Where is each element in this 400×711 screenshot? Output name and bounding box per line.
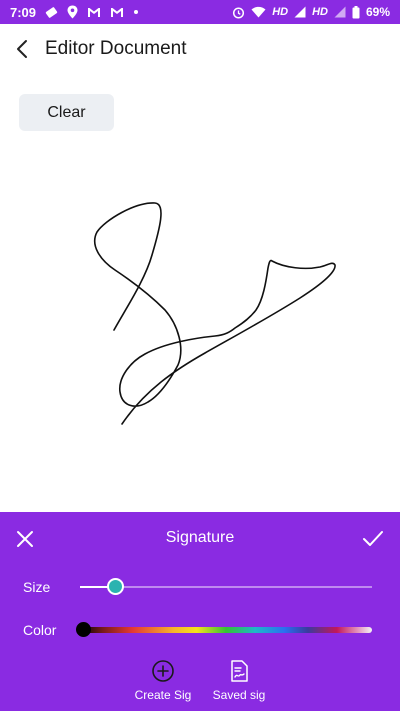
wifi-icon bbox=[251, 6, 266, 18]
check-icon bbox=[363, 531, 383, 546]
signal-icon bbox=[294, 6, 306, 18]
color-slider-thumb[interactable] bbox=[76, 622, 91, 637]
battery-percent: 69% bbox=[365, 5, 390, 19]
size-slider[interactable] bbox=[80, 578, 372, 595]
signature-stroke bbox=[93, 202, 336, 425]
status-bar: 7:09 HD HD 69% bbox=[0, 0, 400, 24]
signature-panel: Signature Size Color Create Sig Saved si… bbox=[0, 512, 400, 711]
signature-actions: Create Sig Saved sig bbox=[0, 658, 400, 708]
color-label: Color bbox=[23, 622, 57, 638]
back-button[interactable] bbox=[2, 24, 42, 74]
size-label: Size bbox=[23, 579, 51, 595]
create-sig-label: Create Sig bbox=[134, 688, 192, 702]
app-bar: Editor Document bbox=[0, 24, 400, 74]
plus-circle-icon bbox=[150, 658, 176, 684]
alarm-icon bbox=[232, 6, 245, 19]
saved-sig-button[interactable]: Saved sig bbox=[206, 658, 272, 702]
create-sig-button[interactable]: Create Sig bbox=[128, 658, 198, 702]
saved-sig-label: Saved sig bbox=[212, 688, 266, 702]
signature-panel-title: Signature bbox=[165, 529, 235, 546]
confirm-button[interactable] bbox=[358, 524, 388, 554]
color-slider[interactable] bbox=[76, 622, 372, 637]
battery-icon bbox=[352, 5, 360, 19]
location-icon bbox=[67, 5, 78, 19]
size-slider-thumb[interactable] bbox=[107, 578, 125, 595]
chevron-left-icon bbox=[17, 40, 27, 58]
clear-button[interactable]: Clear bbox=[19, 94, 114, 131]
signal-icon bbox=[334, 6, 346, 18]
network-type-label: HD bbox=[272, 6, 289, 18]
signature-panel-header: Signature bbox=[0, 512, 400, 564]
network-type-label-2: HD bbox=[312, 6, 328, 18]
signature-canvas[interactable] bbox=[0, 140, 400, 512]
signature-document-icon bbox=[226, 658, 252, 684]
page-title: Editor Document bbox=[45, 38, 187, 59]
gmail-icon bbox=[87, 7, 101, 18]
notification-dot-icon bbox=[133, 9, 139, 15]
gmail-icon bbox=[110, 7, 124, 18]
status-time: 7:09 bbox=[10, 4, 37, 20]
ticket-icon bbox=[45, 6, 58, 19]
